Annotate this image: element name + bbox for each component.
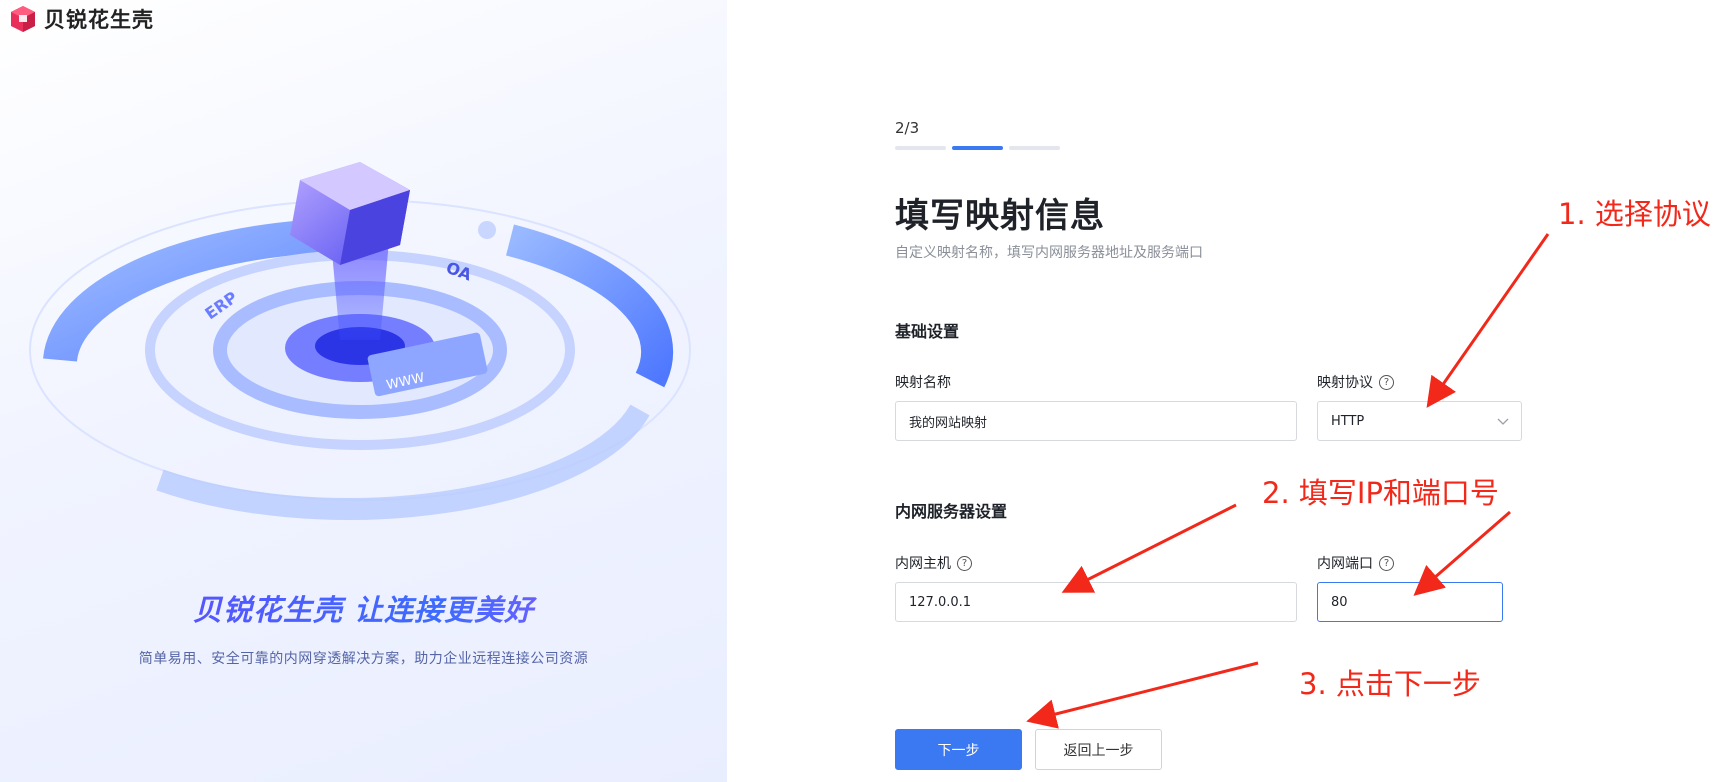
arrow-step1	[1426, 233, 1550, 408]
mapping-name-label-text: 映射名称	[895, 375, 951, 391]
mapping-protocol-value: HTTP	[1331, 413, 1365, 429]
mapping-name-value: 我的网站映射	[909, 415, 988, 431]
step-progress	[895, 146, 1060, 150]
mapping-protocol-label: 映射协议 ?	[1317, 372, 1394, 392]
host-help-icon[interactable]: ?	[957, 555, 972, 571]
arrow-step3	[1026, 661, 1259, 729]
mapping-protocol-select[interactable]: HTTP	[1317, 401, 1522, 441]
intranet-host-value: 127.0.0.1	[909, 594, 972, 610]
logo-cube-icon	[11, 6, 35, 32]
logo-text: 贝锐花生壳	[44, 8, 154, 32]
annotation-step2: 2. 填写IP和端口号	[1262, 476, 1499, 510]
step-segment-3	[1009, 146, 1060, 150]
hero-illustration: ERP OA WWW	[29, 162, 691, 520]
next-step-button[interactable]: 下一步	[895, 729, 1022, 770]
intranet-host-label-text: 内网主机	[895, 556, 951, 572]
mapping-protocol-label-text: 映射协议	[1317, 375, 1373, 391]
annotation-step1: 1. 选择协议	[1558, 197, 1711, 231]
section-intranet-settings: 内网服务器设置	[895, 502, 1008, 521]
chevron-down-icon	[1497, 418, 1509, 425]
step-segment-1	[895, 146, 946, 150]
annotation-step3: 3. 点击下一步	[1299, 667, 1481, 701]
arrow-step2-port	[1413, 510, 1511, 596]
hero-slogan: 贝锐花生壳 让连接更美好	[0, 587, 727, 629]
brand-logo[interactable]: 贝锐花生壳	[8, 4, 154, 34]
section-basic-settings: 基础设置	[895, 322, 960, 341]
protocol-help-icon[interactable]: ?	[1379, 374, 1394, 390]
port-help-icon[interactable]: ?	[1379, 555, 1394, 571]
intranet-port-label-text: 内网端口	[1317, 556, 1373, 572]
page-description: 自定义映射名称，填写内网服务器地址及服务端口	[895, 245, 1203, 261]
step-counter: 2/3	[895, 119, 920, 137]
hero-panel: 贝锐花生壳 ERP OA WWW 贝锐花生壳 让连接更美好 简单易用、安全可靠的…	[0, 0, 727, 782]
step-segment-2	[952, 146, 1003, 150]
arrow-step2-host	[1061, 503, 1237, 593]
mapping-name-input[interactable]: 我的网站映射	[895, 401, 1297, 441]
page-title: 填写映射信息	[895, 196, 1105, 236]
intranet-port-label: 内网端口 ?	[1317, 553, 1394, 573]
intranet-host-input[interactable]: 127.0.0.1	[895, 582, 1297, 622]
mapping-name-label: 映射名称	[895, 372, 951, 392]
back-step-button[interactable]: 返回上一步	[1035, 729, 1162, 770]
hero-subslogan: 简单易用、安全可靠的内网穿透解决方案，助力企业远程连接公司资源	[138, 651, 589, 667]
intranet-port-value: 80	[1331, 594, 1348, 610]
intranet-port-input[interactable]: 80	[1317, 582, 1503, 622]
intranet-host-label: 内网主机 ?	[895, 553, 972, 573]
